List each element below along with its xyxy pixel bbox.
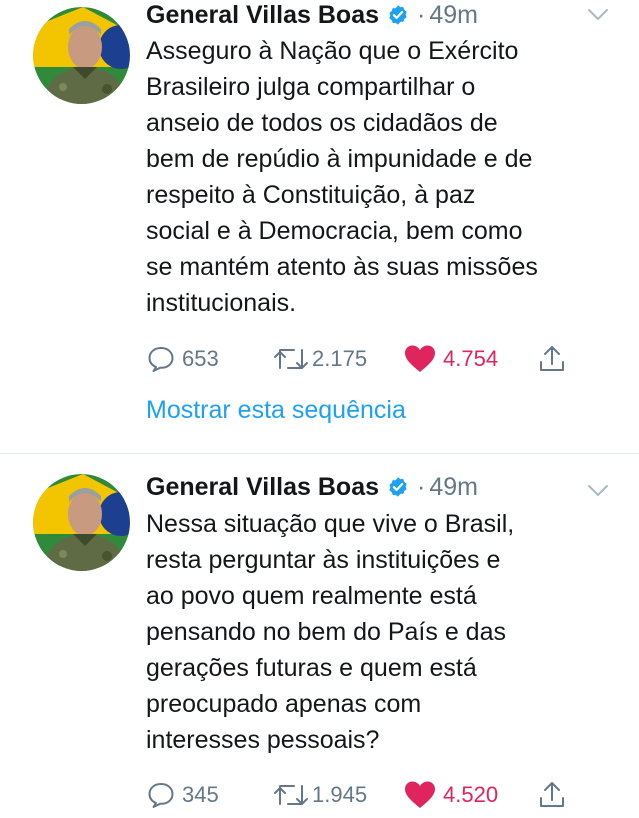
reply-count: 653 [182, 346, 219, 371]
chevron-down-icon[interactable] [587, 484, 609, 498]
chevron-down-icon[interactable] [587, 8, 609, 22]
reply-button[interactable]: 345 [146, 778, 219, 812]
heart-icon [405, 345, 435, 372]
reply-count: 345 [182, 782, 219, 807]
verified-badge-icon [389, 477, 407, 497]
retweet-icon [274, 349, 308, 369]
reply-icon [148, 347, 174, 372]
like-button[interactable]: 4.520 [403, 778, 498, 812]
reply-icon [148, 783, 174, 808]
timestamp[interactable]: 49m [429, 1, 478, 30]
author-name[interactable]: General Villas Boas [146, 473, 379, 502]
retweet-button[interactable]: 2.175 [272, 342, 367, 376]
tweet-header: General Villas Boas · 49m [146, 0, 478, 30]
retweet-count: 1.945 [312, 782, 368, 807]
avatar[interactable] [33, 474, 130, 571]
like-count: 4.520 [443, 782, 499, 807]
show-thread-link[interactable]: Mostrar esta sequência [146, 396, 406, 425]
separator: · [417, 0, 426, 29]
heart-icon [405, 781, 435, 808]
share-icon [540, 346, 564, 371]
tweet[interactable]: General Villas Boas · 49m Nessa situação… [0, 454, 639, 818]
separator: · [417, 472, 426, 501]
retweet-count: 2.175 [312, 346, 368, 371]
like-count: 4.754 [443, 346, 499, 371]
retweet-icon [274, 785, 308, 805]
share-button[interactable] [538, 778, 566, 812]
tweet-header: General Villas Boas · 49m [146, 472, 478, 502]
tweet-text: Nessa situação que vive o Brasil, resta … [146, 510, 515, 754]
retweet-button[interactable]: 1.945 [272, 778, 367, 812]
share-button[interactable] [538, 342, 566, 376]
timestamp[interactable]: 49m [429, 473, 478, 502]
tweet[interactable]: General Villas Boas · 49m Asseguro à Naç… [0, 0, 639, 453]
author-name[interactable]: General Villas Boas [146, 1, 379, 30]
like-button[interactable]: 4.754 [403, 342, 498, 376]
tweet-text: Asseguro à Nação que o Exército Brasilei… [146, 37, 538, 317]
share-icon [540, 782, 564, 807]
tweet-actions: 345 1.945 4.520 [146, 778, 586, 812]
tweet-actions: 653 2.175 4.754 [146, 342, 586, 376]
verified-badge-icon [389, 5, 407, 25]
reply-button[interactable]: 653 [146, 342, 219, 376]
avatar[interactable] [33, 7, 130, 104]
